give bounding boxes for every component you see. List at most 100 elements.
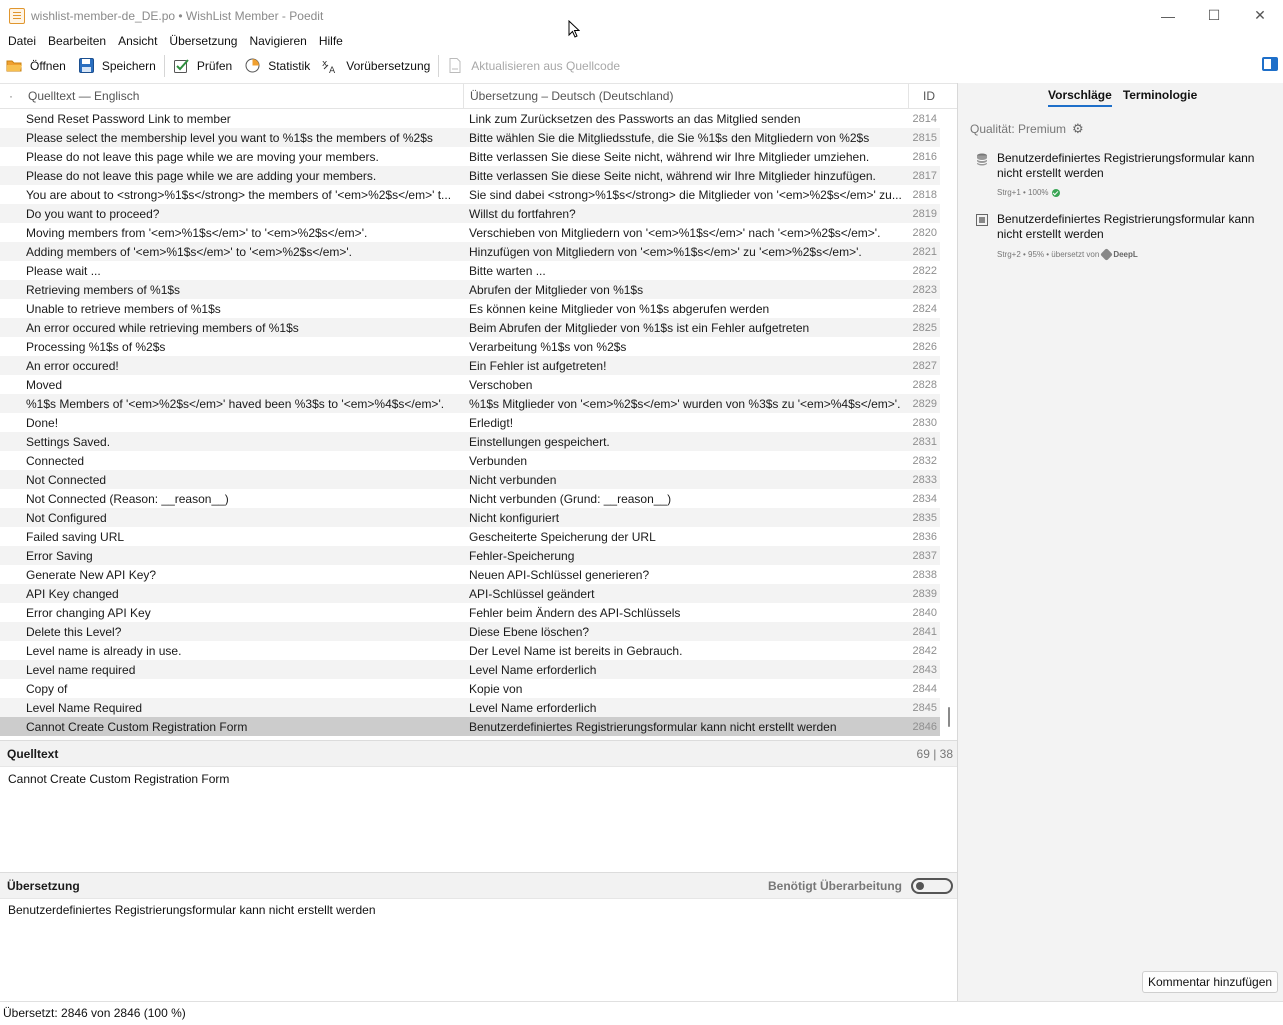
row-translation-text: Verschoben [469,377,533,392]
list-header-id[interactable]: ID [909,89,939,103]
table-row[interactable]: Level Name Required Level Name erforderli… [0,698,940,717]
table-row[interactable]: Not Connected Nicht verbunden 2833 [0,470,940,489]
list-header-translation[interactable]: Übersetzung – Deutsch (Deutschland) [464,83,909,109]
table-row[interactable]: Error changing API Key Fehler beim Ändern… [0,603,940,622]
row-id: 2839 [912,587,937,600]
row-translation-text: %1$s Mitglieder von '<em>%2$s</em>' wurd… [469,396,901,411]
row-translation-text: Fehler-Speicherung [469,548,575,563]
menu-navigate[interactable]: Navigieren [243,34,312,48]
table-row[interactable]: Connected Verbunden 2832 [0,451,940,470]
toolbar-separator [163,54,165,77]
menu-translation[interactable]: Übersetzung [163,34,243,48]
table-row[interactable]: Please do not leave this page while we a… [0,166,940,185]
row-source-text: Moved [26,377,63,392]
row-source-text: Please do not leave this page while we a… [26,168,377,183]
svg-text:A: A [329,66,336,74]
minimize-button[interactable]: — [1145,0,1191,31]
save-button[interactable]: Speichern [78,57,156,74]
table-row[interactable]: Processing %1$s of %2$s Verarbeitung %1$s… [0,337,940,356]
table-row[interactable]: Send Reset Password Link to member Link z… [0,109,940,128]
table-row[interactable]: An error occured while retrieving member… [0,318,940,337]
row-translation-text: Bitte verlassen Sie diese Seite nicht, w… [469,168,876,183]
table-row[interactable]: %1$s Members of '<em>%2$s</em>' haved be… [0,394,940,413]
statistics-button[interactable]: Statistik [244,57,310,74]
row-id: 2831 [912,435,937,448]
row-source-text: Cannot Create Custom Registration Form [26,719,248,734]
table-row[interactable]: Failed saving URL Gescheiterte Speicherun… [0,527,940,546]
check-circle-icon [1051,188,1060,197]
table-row[interactable]: Not Configured Nicht konfiguriert 2835 [0,508,940,527]
row-source-text: Please select the membership level you w… [26,130,433,145]
table-row[interactable]: Do you want to proceed? Willst du fortfah… [0,204,940,223]
row-id: 2822 [912,264,937,277]
table-row[interactable]: Unable to retrieve members of %1$s Es kön… [0,299,940,318]
table-row[interactable]: Not Connected (Reason: __reason__) Nicht … [0,489,940,508]
suggestion-item[interactable]: Benutzerdefiniertes Registrierungsformul… [976,151,1276,201]
table-row[interactable]: Please wait ... Bitte warten ... 2822 [0,261,940,280]
table-row[interactable]: Adding members of '<em>%1$s</em>' to '<e… [0,242,940,261]
table-row[interactable]: Cannot Create Custom Registration Form Be… [0,717,940,736]
table-row[interactable]: Level name required Level Name erforderli… [0,660,940,679]
row-id: 2845 [912,701,937,714]
save-label: Speichern [101,58,156,73]
validate-button[interactable]: Prüfen [173,57,232,74]
row-translation-text: Nicht konfiguriert [469,510,560,525]
table-row[interactable]: Copy of Kopie von 2844 [0,679,940,698]
row-source-text: Level Name Required [26,700,143,715]
table-row[interactable]: Done! Erledigt! 2830 [0,413,940,432]
close-button[interactable]: ✕ [1237,0,1283,31]
table-row[interactable]: Moving members from '<em>%1$s</em>' to '… [0,223,940,242]
toolbar: Öffnen Speichern Prüfen Statistik xA Vor… [0,52,1283,79]
table-row[interactable]: Delete this Level? Diese Ebene löschen? 28… [0,622,940,641]
menu-view[interactable]: Ansicht [112,34,163,48]
suggestion-item[interactable]: Benutzerdefiniertes Registrierungsformul… [976,212,1276,262]
open-label: Öffnen [30,58,66,73]
translation-input[interactable]: Benutzerdefiniertes Registrierungsformul… [8,903,376,917]
table-row[interactable]: An error occured! Ein Fehler ist aufgetre… [0,356,940,375]
row-translation-text: Sie sind dabei <strong>%1$s</strong> die… [469,187,902,202]
suggestions-sidebar: Vorschläge Terminologie Qualität: Premiu… [957,83,1283,1001]
row-id: 2834 [912,492,937,505]
gear-icon[interactable]: ⚙ [1072,121,1084,137]
add-comment-button[interactable]: Kommentar hinzufügen [1142,971,1279,993]
sidebar-tabs: Vorschläge Terminologie [1048,88,1208,107]
translate-icon: xA [322,57,339,76]
menu-edit[interactable]: Bearbeiten [42,34,112,48]
table-row[interactable]: You are about to <strong>%1$s</strong> t… [0,185,940,204]
row-id: 2838 [912,568,937,581]
table-row[interactable]: API Key changed API-Schlüssel geändert 283… [0,584,940,603]
table-row[interactable]: Please do not leave this page while we a… [0,147,940,166]
list-scrollbar[interactable] [948,707,950,727]
row-source-text: Level name required [26,662,136,677]
row-translation-text: Benutzerdefiniertes Registrierungsformul… [469,719,837,734]
open-button[interactable]: Öffnen [6,57,66,74]
row-source-text: Not Configured [26,510,107,525]
table-row[interactable]: Settings Saved. Einstellungen gespeichert… [0,432,940,451]
list-header-sort[interactable]: · [0,89,22,103]
table-row[interactable]: Level name is already in use. Der Level N… [0,641,940,660]
needs-work-toggle[interactable] [911,877,953,894]
maximize-button[interactable]: ☐ [1191,0,1237,31]
tab-suggestions[interactable]: Vorschläge [1048,88,1112,107]
row-translation-text: Einstellungen gespeichert. [469,434,610,449]
row-translation-text: Verbunden [469,453,528,468]
sidebar-toggle-icon[interactable] [1262,57,1278,71]
row-id: 2814 [912,112,937,125]
window-title: wishlist-member-de_DE.po • WishList Memb… [31,8,324,23]
table-row[interactable]: Retrieving members of %1$s Abrufen der Mi… [0,280,940,299]
tab-terminology[interactable]: Terminologie [1123,88,1197,107]
row-source-text: Delete this Level? [26,624,122,639]
checkmark-icon [173,57,190,74]
list-header-source[interactable]: Quelltext — Englisch [22,83,464,109]
table-row[interactable]: Error Saving Fehler-Speicherung 2837 [0,546,940,565]
pretranslate-button[interactable]: xA Vorübersetzung [322,57,430,77]
row-source-text: Do you want to proceed? [26,206,160,221]
table-row[interactable]: Moved Verschoben 2828 [0,375,940,394]
row-translation-text: Verschieben von Mitgliedern von '<em>%1$… [469,225,881,240]
table-row[interactable]: Please select the membership level you w… [0,128,940,147]
table-row[interactable]: Generate New API Key? Neuen API-Schlüssel… [0,565,940,584]
update-from-source-button[interactable]: Aktualisieren aus Quellcode [447,57,620,74]
menu-file[interactable]: Datei [2,34,42,48]
row-source-text: Not Connected [26,472,107,487]
menu-help[interactable]: Hilfe [313,34,349,48]
